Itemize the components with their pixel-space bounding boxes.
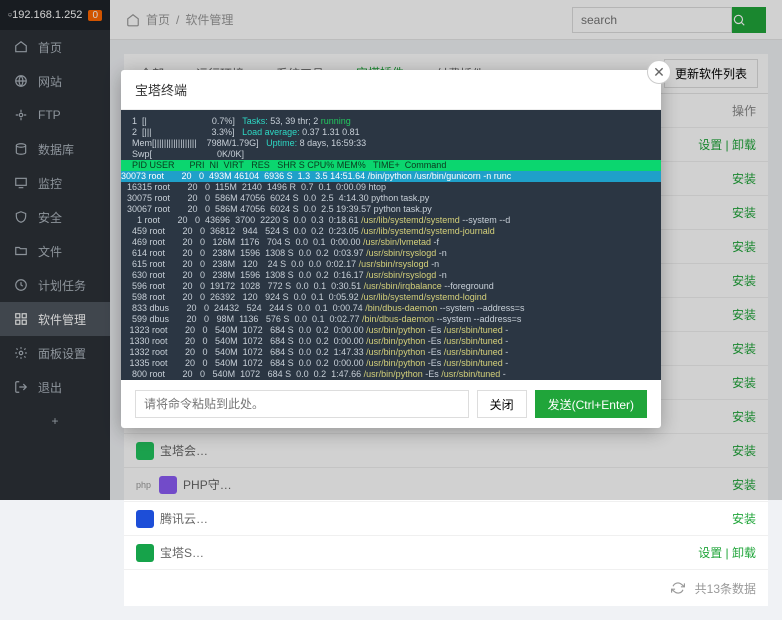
modal-close-button[interactable]: ✕ xyxy=(647,60,671,84)
refresh-icon[interactable] xyxy=(671,581,685,595)
table-row: 宝塔S… 设置 | 卸载 xyxy=(124,536,768,570)
table-row: 腾讯云… 安装 xyxy=(124,502,768,536)
modal-send-btn[interactable]: 发送(Ctrl+Enter) xyxy=(535,390,647,418)
modal-title: 宝塔终端 xyxy=(121,70,661,110)
app-icon xyxy=(136,544,154,562)
row-action[interactable]: 安装 xyxy=(686,510,756,527)
terminal-output[interactable]: 1 [| 0.7%] Tasks: 53, 39 thr; 2 running … xyxy=(121,110,661,380)
app-name: 腾讯云… xyxy=(160,510,208,527)
terminal-modal: ✕ 宝塔终端 1 [| 0.7%] Tasks: 53, 39 thr; 2 r… xyxy=(121,70,661,428)
app-name: 宝塔S… xyxy=(160,544,204,561)
row-action[interactable]: 设置 | 卸载 xyxy=(686,544,756,561)
table-footer: 共13条数据 xyxy=(124,570,768,606)
modal-overlay: ✕ 宝塔终端 1 [| 0.7%] Tasks: 53, 39 thr; 2 r… xyxy=(0,0,782,500)
terminal-cmd-input[interactable] xyxy=(135,390,469,418)
app-icon xyxy=(136,510,154,528)
modal-close-btn[interactable]: 关闭 xyxy=(477,390,527,418)
